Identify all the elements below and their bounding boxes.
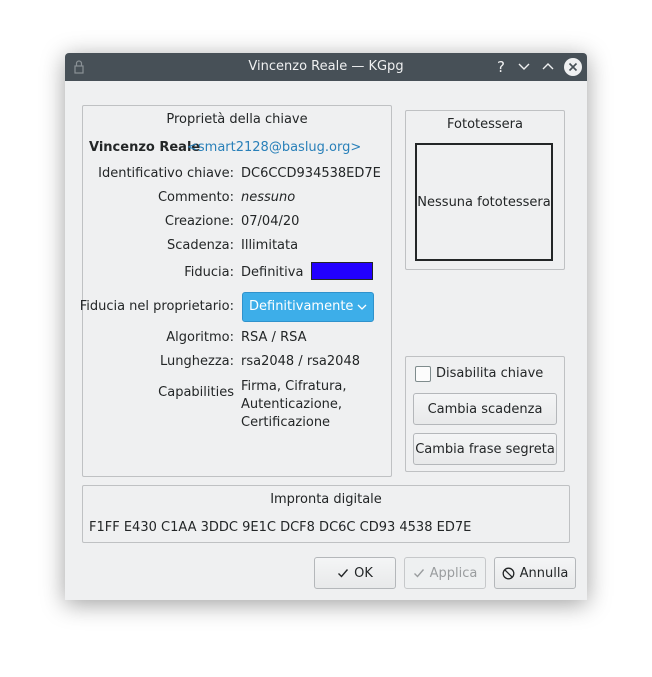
- expiry-label: Scadenza:: [166, 238, 234, 253]
- titlebar[interactable]: Vincenzo Reale — KGpg ?: [65, 53, 587, 81]
- ok-label: OK: [354, 565, 373, 581]
- close-icon[interactable]: [564, 58, 582, 76]
- comment-label: Commento:: [157, 190, 234, 205]
- key-properties-group: Proprietà della chiave Vincenzo Reale <s…: [79, 105, 392, 477]
- fingerprint-title: Impronta digitale: [270, 492, 382, 507]
- length-label: Lunghezza:: [160, 354, 234, 369]
- key-actions-group: Disabilita chiave Cambia scadenza Cambia…: [405, 356, 565, 472]
- owner-trust-label: Fiducia nel proprietario:: [79, 299, 234, 314]
- cancel-button[interactable]: Annulla: [494, 557, 576, 589]
- creation-label: Creazione:: [164, 214, 234, 229]
- key-properties-dialog: Vincenzo Reale — KGpg ? Proprietà della …: [65, 53, 587, 600]
- algorithm-label: Algoritmo:: [166, 330, 234, 345]
- photo-title: Fototessera: [447, 117, 523, 132]
- algorithm-value: RSA / RSA: [241, 330, 307, 345]
- key-id-value: DC6CCD934538ED7E: [241, 166, 381, 181]
- change-passphrase-label: Cambia frase segreta: [415, 441, 555, 457]
- photo-group: Fototessera Nessuna fototessera: [405, 110, 565, 270]
- photo-frame: Nessuna fototessera: [415, 143, 553, 261]
- apply-label: Applica: [429, 565, 478, 581]
- owner-trust-select[interactable]: Definitivamente: [242, 292, 374, 322]
- ok-button[interactable]: OK: [314, 557, 396, 589]
- maximize-icon[interactable]: [540, 53, 556, 81]
- key-properties-title: Proprietà della chiave: [166, 112, 308, 127]
- change-expiry-button[interactable]: Cambia scadenza: [413, 393, 557, 425]
- capability-line: Certificazione: [241, 415, 331, 430]
- chevron-down-icon: [357, 302, 367, 312]
- trust-value: Definitiva: [241, 265, 304, 280]
- minimize-icon[interactable]: [516, 53, 532, 81]
- owner-trust-value: Definitivamente: [249, 299, 354, 314]
- creation-value: 07/04/20: [241, 214, 300, 229]
- capability-line: Firma, Cifratura,: [241, 379, 347, 394]
- expiry-value: Illimitata: [241, 238, 299, 253]
- owner-name: Vincenzo Reale: [89, 140, 201, 155]
- fingerprint-group: Impronta digitale F1FF E430 C1AA 3DDC 9E…: [82, 485, 570, 543]
- change-passphrase-button[interactable]: Cambia frase segreta: [413, 433, 557, 465]
- change-expiry-label: Cambia scadenza: [427, 401, 543, 417]
- check-icon: [413, 567, 425, 579]
- no-photo-text: Nessuna fototessera: [417, 195, 551, 210]
- key-id-label: Identificativo chiave:: [98, 166, 234, 181]
- capability-line: Autenticazione,: [241, 397, 343, 412]
- cancel-icon: [502, 567, 515, 580]
- check-icon: [337, 567, 349, 579]
- apply-button[interactable]: Applica: [404, 557, 486, 589]
- disable-key-label[interactable]: Disabilita chiave: [436, 366, 543, 381]
- owner-email-link[interactable]: <smart2128@baslug.org>: [187, 140, 361, 155]
- cancel-label: Annulla: [519, 565, 569, 581]
- fingerprint-value: F1FF E430 C1AA 3DDC 9E1C DCF8 DC6C CD93 …: [89, 520, 472, 535]
- comment-value: nessuno: [241, 190, 296, 205]
- disable-key-checkbox[interactable]: [415, 366, 431, 382]
- capabilities-label: Capabilities: [158, 385, 234, 400]
- length-value: rsa2048 / rsa2048: [241, 354, 360, 369]
- trust-color-swatch: [311, 262, 373, 280]
- capabilities-value: Firma, Cifratura, Autenticazione, Certif…: [241, 378, 347, 432]
- help-icon[interactable]: ?: [493, 53, 509, 81]
- trust-label: Fiducia:: [184, 265, 234, 280]
